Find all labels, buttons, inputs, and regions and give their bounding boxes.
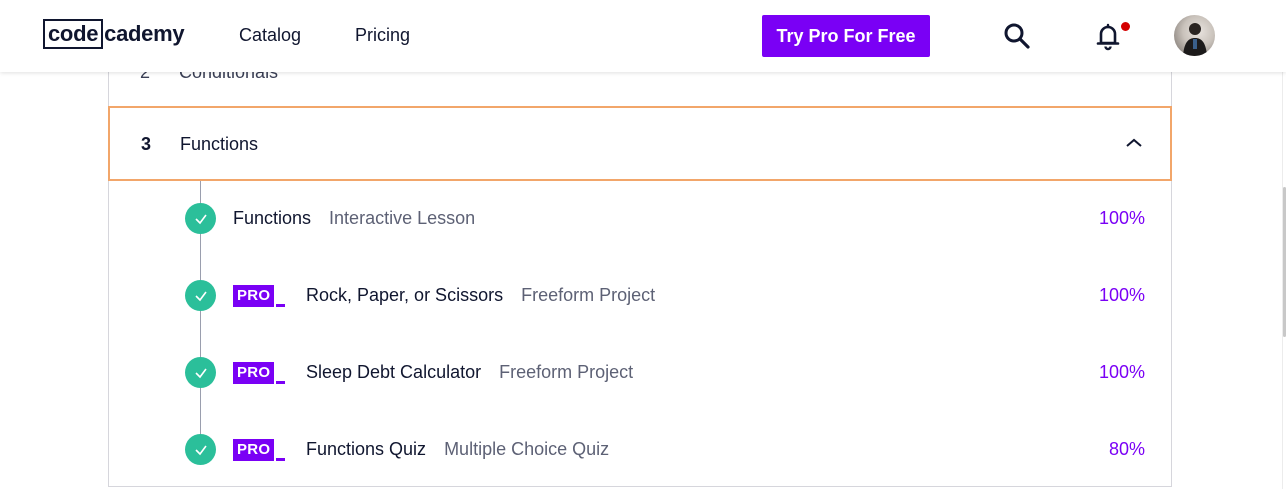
bell-icon[interactable]	[1094, 21, 1130, 51]
chevron-up-icon	[1126, 138, 1142, 147]
nav-link-pricing[interactable]: Pricing	[355, 25, 410, 46]
lesson-item[interactable]: PRO Functions Quiz Multiple Choice Quiz …	[109, 430, 1171, 470]
pro-label: PRO	[233, 362, 275, 384]
lesson-title: Functions	[233, 208, 312, 228]
module-number: 3	[141, 134, 152, 154]
nav-link-catalog[interactable]: Catalog	[239, 25, 301, 46]
pro-badge: PRO	[233, 439, 286, 461]
lesson-item[interactable]: PRO Rock, Paper, or Scissors Freeform Pr…	[109, 276, 1171, 316]
check-icon	[185, 280, 216, 311]
check-icon	[185, 357, 216, 388]
pro-badge: PRO	[233, 285, 286, 307]
lesson-progress: 100%	[1098, 362, 1145, 382]
logo-code-box: code	[43, 19, 104, 49]
check-icon	[185, 434, 216, 465]
lesson-text: Functions Interactive Lesson	[233, 208, 475, 229]
top-navigation: code cademy Catalog Pricing Try Pro For …	[0, 0, 1286, 72]
lesson-item[interactable]: Functions Interactive Lesson 100%	[109, 199, 1171, 239]
lesson-type: Freeform Project	[499, 362, 634, 382]
module-row-functions[interactable]: 3 Functions	[108, 106, 1172, 181]
pro-label: PRO	[233, 285, 275, 307]
lesson-item[interactable]: PRO Sleep Debt Calculator Freeform Proje…	[109, 353, 1171, 393]
lesson-title: Rock, Paper, or Scissors	[306, 285, 504, 305]
pro-cursor	[276, 304, 286, 307]
check-icon	[185, 203, 216, 234]
codecademy-logo[interactable]: code cademy	[43, 19, 185, 49]
lesson-progress: 100%	[1098, 208, 1145, 228]
lesson-progress: 100%	[1098, 285, 1145, 305]
notification-dot	[1121, 22, 1130, 31]
lesson-type: Freeform Project	[521, 285, 656, 305]
lesson-text: Sleep Debt Calculator Freeform Project	[306, 362, 633, 383]
lesson-title: Functions Quiz	[306, 439, 427, 459]
pro-cursor	[276, 381, 286, 384]
search-icon[interactable]	[1003, 22, 1031, 50]
try-pro-button[interactable]: Try Pro For Free	[762, 15, 930, 57]
lesson-type: Interactive Lesson	[329, 208, 476, 228]
page-scrollbar[interactable]	[1282, 72, 1286, 489]
logo-text: cademy	[104, 21, 185, 46]
pro-cursor	[276, 458, 286, 461]
lesson-title: Sleep Debt Calculator	[306, 362, 482, 382]
lesson-progress: 80%	[1108, 439, 1145, 459]
pro-label: PRO	[233, 439, 275, 461]
user-avatar[interactable]	[1174, 15, 1215, 56]
syllabus: 2 Conditionals 3 Functions Functions Int…	[108, 0, 1172, 489]
module-title: Functions	[180, 134, 259, 154]
lesson-type: Multiple Choice Quiz	[444, 439, 610, 459]
lesson-text: Rock, Paper, or Scissors Freeform Projec…	[306, 285, 655, 306]
lesson-text: Functions Quiz Multiple Choice Quiz	[306, 439, 609, 460]
pro-badge: PRO	[233, 362, 286, 384]
lessons-list: Functions Interactive Lesson 100% PRO Ro…	[108, 181, 1172, 487]
